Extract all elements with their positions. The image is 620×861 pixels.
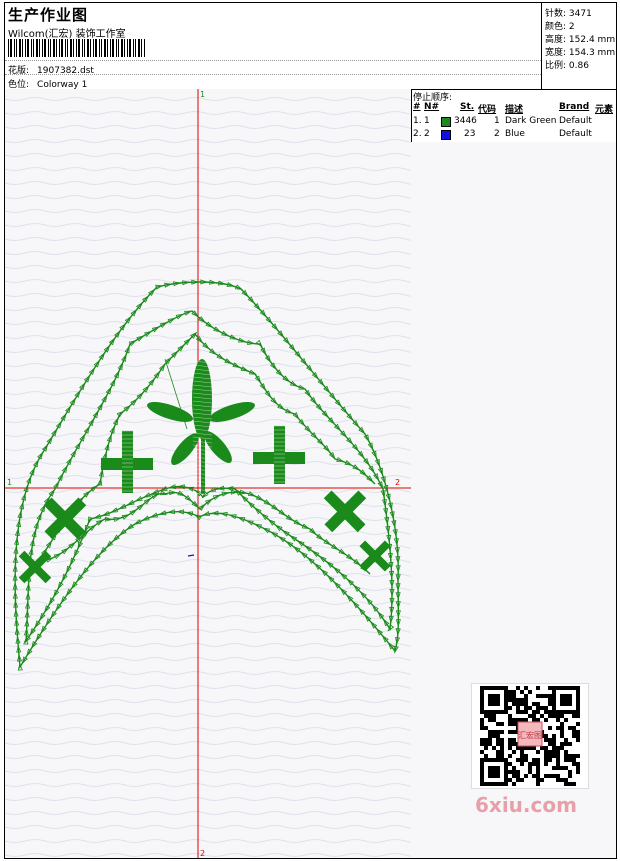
design-specs: 针数: 3471 颜色: 2 高度: 152.4 mm 宽度: 154.3 mm…	[541, 3, 617, 90]
col-num: #	[413, 102, 421, 112]
col-desc: 描述	[505, 105, 524, 115]
leaf-top	[192, 359, 212, 439]
col-n: N#	[424, 102, 440, 112]
spec-colors: 颜色: 2	[545, 22, 575, 32]
page-title: 生产作业图	[8, 6, 89, 24]
spec-width: 宽度: 154.3 mm	[545, 48, 616, 58]
production-sheet: 生产作业图 Wilcom(汇宏) 装饰工作室 花版: 1907382.dst 色位…	[4, 2, 617, 859]
header-info: 生产作业图 Wilcom(汇宏) 装饰工作室 花版: 1907382.dst 色位…	[5, 3, 541, 90]
spec-height: 高度: 152.4 mm	[545, 35, 616, 45]
stop-sequence-panel: 停止顺序: # N# St. 代码 描述 Brand 元素 1. 1 3446 …	[411, 89, 616, 143]
cross-right-large	[253, 426, 305, 484]
cross-left-large	[101, 431, 153, 493]
seal-stamp-text: 汇宏图	[518, 730, 542, 740]
axis-label-left: 1	[7, 478, 12, 487]
color-swatch	[441, 117, 451, 127]
company-name: Wilcom(汇宏) 装饰工作室	[8, 29, 126, 40]
stitch-markers	[12, 279, 401, 671]
axis-label-right: 2	[395, 478, 400, 487]
embroidery-drawing: 1 1 2 2	[5, 89, 411, 858]
divider	[5, 60, 541, 61]
axis-label-top: 1	[200, 90, 205, 99]
spec-scale: 比例: 0.86	[545, 61, 589, 71]
col-code: 代码	[478, 105, 497, 115]
col-st: St.	[460, 102, 475, 112]
watermark-site: 6xiu.com	[475, 793, 577, 817]
col-elem: 元素	[595, 105, 614, 115]
fabric-texture	[5, 97, 411, 857]
color-swatch	[441, 130, 451, 140]
cross-right-mid	[323, 490, 367, 533]
design-preview: 1 1 2 2	[5, 89, 412, 858]
divider	[5, 74, 541, 75]
spec-stitches: 针数: 3471	[545, 9, 592, 19]
qr-code: 汇宏图	[471, 683, 589, 789]
leaf-stem	[201, 434, 205, 494]
barcode	[8, 39, 145, 57]
axis-label-bottom: 2	[200, 849, 205, 858]
leaf-lower-right	[204, 431, 232, 463]
col-brand: Brand	[559, 102, 590, 112]
blue-stop-marker	[187, 554, 195, 557]
